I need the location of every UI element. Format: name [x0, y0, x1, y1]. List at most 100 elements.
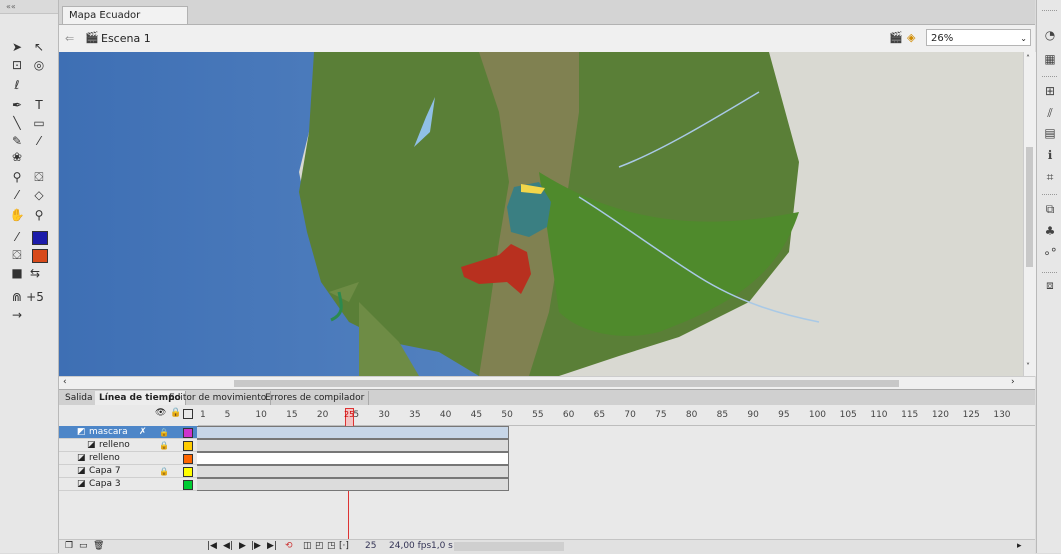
document-tab-bar: Mapa Ecuador Zn_Baja.fla× [59, 0, 1035, 39]
eyedropper-icon[interactable]: ⁄ [8, 186, 26, 204]
play-icon[interactable]: ▶ [239, 541, 246, 551]
layer-color-chip[interactable] [183, 441, 193, 451]
components-icon[interactable]: ▤ [1041, 124, 1059, 142]
go-last-frame-icon[interactable]: ▶| [267, 541, 277, 551]
stroke-color-swatch[interactable] [32, 231, 48, 245]
tab-compiler-errors[interactable]: Errores de compilador [261, 391, 370, 406]
layer-color-chip[interactable] [183, 454, 193, 464]
stage-vertical-scrollbar[interactable]: ˄ ˅ [1023, 52, 1036, 376]
fill-color-swatch[interactable] [32, 249, 48, 263]
step-forward-icon[interactable]: |▶ [251, 541, 261, 551]
layer-frames[interactable] [197, 439, 509, 452]
zoom-tool-icon[interactable]: ⚲ [30, 206, 48, 224]
loop-icon[interactable]: ⟲ [285, 541, 293, 551]
selection-tool-icon[interactable]: ➤ [8, 38, 26, 56]
straighten-icon[interactable]: → [8, 306, 26, 324]
deco-tool-icon[interactable]: ❀ [8, 148, 26, 166]
layer-row[interactable]: ◪ Capa 7 🔒 [59, 465, 198, 478]
edit-symbols-icon[interactable]: ◈ [907, 31, 915, 44]
onion-skin-icon[interactable]: ◫ [303, 541, 312, 551]
code-snippets-icon[interactable]: ⧉ [1041, 200, 1059, 218]
fill-color-icon[interactable]: ⛋ [8, 246, 26, 264]
eraser-icon[interactable]: ◇ [30, 186, 48, 204]
bone-tool-icon[interactable]: ⚲ [8, 168, 26, 186]
eye-icon[interactable]: 👁 [155, 408, 166, 418]
brush-icon[interactable]: ⁄ [30, 132, 48, 150]
stroke-color-icon[interactable]: ⁄ [8, 228, 26, 246]
layer-frames[interactable] [197, 465, 509, 478]
free-transform-icon[interactable]: ⊡ [8, 56, 26, 74]
trash-icon[interactable]: 🗑 [93, 541, 104, 551]
info-icon[interactable]: ℹ [1041, 146, 1059, 164]
edit-multiple-frames-icon[interactable]: ◳ [327, 541, 336, 551]
layer-row[interactable]: ◪ Capa 3 [59, 478, 198, 491]
tab-output[interactable]: Salida [61, 391, 98, 406]
outline-icon[interactable] [183, 409, 193, 419]
layer-color-chip[interactable] [183, 480, 193, 490]
scroll-right-icon[interactable]: ▸ [1017, 541, 1022, 551]
text-tool-icon[interactable]: T [30, 96, 48, 114]
line-tool-icon[interactable]: ╲ [8, 114, 26, 132]
layer-lock-icon[interactable]: 🔒 [159, 426, 169, 439]
lasso-icon[interactable]: ℓ [8, 76, 26, 94]
modify-onion-markers-icon[interactable]: [·] [339, 541, 349, 551]
paint-bucket-icon[interactable]: ⛋ [30, 168, 48, 186]
history-icon[interactable]: ∘° [1041, 244, 1059, 262]
panel-grip[interactable]: «« [0, 0, 58, 14]
transform-icon[interactable]: ⌗ [1041, 168, 1059, 186]
timeline-scroll-thumb[interactable] [454, 542, 564, 551]
rectangle-tool-icon[interactable]: ▭ [30, 114, 48, 132]
frame-ruler[interactable]: 1510152025303540455055606570758085909510… [198, 405, 1035, 426]
pen-tool-icon[interactable]: ✒ [8, 96, 26, 114]
layer-frames[interactable] [197, 478, 509, 491]
document-tab[interactable]: Mapa Ecuador Zn_Baja.fla× [62, 6, 188, 39]
swatches-icon[interactable]: ▦ [1041, 50, 1059, 68]
scroll-down-icon[interactable]: ˅ [1026, 362, 1030, 371]
scene-panel-icon[interactable]: ⧈ [1041, 276, 1059, 294]
hand-tool-icon[interactable]: ✋ [8, 206, 26, 224]
library-icon[interactable]: ⫽ [1041, 104, 1059, 122]
layer-row[interactable]: ◪ relleno 🔒 [59, 439, 198, 452]
back-arrow-icon[interactable]: ⇐ [65, 32, 74, 45]
dock-separator [1042, 76, 1057, 77]
smooth-icon[interactable]: +5 [26, 288, 44, 306]
stage[interactable] [59, 52, 1023, 376]
lock-icon[interactable]: 🔒 [170, 408, 181, 418]
motion-presets-icon[interactable]: ♣ [1041, 222, 1059, 240]
scroll-left-icon[interactable]: ‹ [63, 377, 67, 387]
layer-lock-icon[interactable]: 🔒 [159, 465, 169, 478]
frame-rate[interactable]: 24,00 fps [389, 541, 431, 551]
scroll-right-icon[interactable]: › [1011, 377, 1015, 387]
edit-scene-icon[interactable]: 🎬 [889, 31, 903, 44]
frame-tick-label: 15 [286, 410, 298, 420]
stage-horizontal-scrollbar[interactable]: ‹ › [59, 376, 1035, 390]
layer-frames[interactable] [197, 452, 509, 465]
layer-row[interactable]: ◪ relleno [59, 452, 198, 465]
layer-lock-icon[interactable]: 🔒 [159, 439, 169, 452]
black-white-icon[interactable]: ■ [8, 264, 26, 282]
frame-tick-label: 45 [470, 410, 483, 420]
scroll-thumb[interactable] [234, 380, 899, 387]
scroll-up-icon[interactable]: ˄ [1026, 54, 1030, 63]
snap-icon[interactable]: ⋒ [8, 288, 26, 306]
layer-row[interactable]: ◩ mascara ✗ 🔒 [59, 426, 198, 439]
swap-colors-icon[interactable]: ⇆ [26, 264, 44, 282]
tab-motion-editor[interactable]: Editor de movimiento [165, 391, 272, 406]
layer-frames[interactable] [197, 426, 509, 439]
scene-name[interactable]: Escena 1 [101, 32, 151, 45]
right-icon-dock: ◔ ▦ ⊞ ⫽ ▤ ℹ ⌗ ⧉ ♣ ∘° ⧈ [1036, 0, 1061, 553]
3d-rotation-icon[interactable]: ◎ [30, 56, 48, 74]
align-icon[interactable]: ⊞ [1041, 82, 1059, 100]
playhead-marker[interactable]: 25 [344, 408, 354, 428]
step-back-icon[interactable]: ◀| [223, 541, 233, 551]
onion-outline-icon[interactable]: ◰ [315, 541, 324, 551]
go-first-frame-icon[interactable]: |◀ [207, 541, 217, 551]
zoom-select[interactable]: 26% ⌄ [926, 29, 1031, 46]
new-layer-icon[interactable]: ❐ [65, 541, 73, 551]
scroll-thumb[interactable] [1026, 147, 1033, 267]
layer-color-chip[interactable] [183, 428, 193, 438]
subselection-tool-icon[interactable]: ↖ [30, 38, 48, 56]
new-folder-icon[interactable]: ▭ [79, 541, 88, 551]
color-panel-icon[interactable]: ◔ [1041, 26, 1059, 44]
layer-color-chip[interactable] [183, 467, 193, 477]
